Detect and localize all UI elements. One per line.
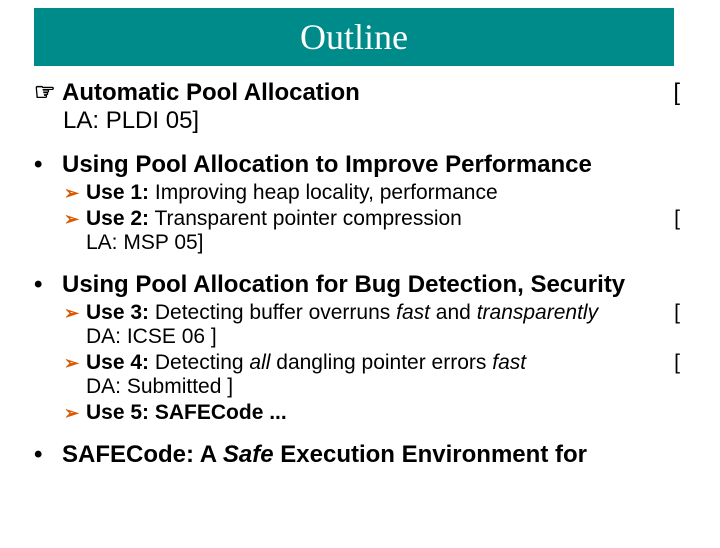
section-2-heading-row: • Using Pool Allocation to Improve Perfo…: [34, 151, 680, 179]
use-2-ref: LA: MSP 05]: [86, 231, 680, 255]
use-1-text: Use 1: Improving heap locality, performa…: [86, 181, 680, 205]
use-3-trans: transparently: [477, 301, 598, 324]
use-4-desc2: dangling pointer errors: [270, 351, 492, 374]
bracket: [: [666, 301, 680, 325]
bullet-icon: •: [34, 151, 62, 179]
chevron-icon: ➢: [64, 209, 86, 230]
section-4-heading-row: • SAFECode: A Safe Execution Environment…: [34, 441, 680, 469]
bracket: [: [666, 79, 680, 107]
use-5-desc: SAFECode ...: [149, 401, 287, 424]
chevron-icon: ➢: [64, 353, 86, 374]
use-3-row: ➢ Use 3: Detecting buffer overruns fast …: [64, 301, 680, 325]
slide-title: Outline: [300, 16, 408, 58]
chevron-icon: ➢: [64, 403, 86, 424]
slide-content: ☞ Automatic Pool Allocation [ LA: PLDI 0…: [0, 66, 680, 469]
use-3-ref: DA: ICSE 06 ]: [86, 325, 680, 349]
use-4-all: all: [249, 351, 270, 374]
bullet-icon: •: [34, 271, 62, 299]
use-2-text: Use 2: Transparent pointer compression: [86, 207, 666, 231]
bracket: [: [666, 207, 680, 231]
s4-pre: SAFECode: A: [62, 441, 223, 468]
use-5-text: Use 5: SAFECode ...: [86, 401, 680, 425]
use-4-row: ➢ Use 4: Detecting all dangling pointer …: [64, 351, 680, 375]
use-1-label: Use 1:: [86, 181, 149, 204]
section-1-heading: Automatic Pool Allocation: [62, 79, 666, 107]
s4-safe: Safe: [223, 441, 274, 468]
chevron-icon: ➢: [64, 303, 86, 324]
use-2-desc: Transparent pointer compression: [149, 207, 462, 230]
section-1-ref: LA: PLDI 05]: [63, 107, 680, 135]
use-1-row: ➢ Use 1: Improving heap locality, perfor…: [64, 181, 680, 205]
use-2-label: Use 2:: [86, 207, 149, 230]
hand-icon: ☞: [34, 78, 62, 107]
use-4-text: Use 4: Detecting all dangling pointer er…: [86, 351, 590, 375]
use-4-label: Use 4:: [86, 351, 149, 374]
use-3-fast: fast: [396, 301, 430, 324]
use-5-row: ➢ Use 5: SAFECode ...: [64, 401, 680, 425]
use-4-fast: fast: [492, 351, 526, 374]
use-1-desc: Improving heap locality, performance: [149, 181, 498, 204]
use-2-row: ➢ Use 2: Transparent pointer compression…: [64, 207, 680, 231]
section-3-heading-row: • Using Pool Allocation for Bug Detectio…: [34, 271, 680, 299]
use-3-desc1: Detecting buffer overruns: [149, 301, 396, 324]
section-3-heading: Using Pool Allocation for Bug Detection,…: [62, 271, 680, 299]
title-bar: Outline: [34, 8, 674, 66]
use-4-desc1: Detecting: [149, 351, 249, 374]
bullet-icon: •: [34, 441, 62, 469]
use-4-ref: DA: Submitted ]: [86, 375, 680, 399]
section-4-heading: SAFECode: A Safe Execution Environment f…: [62, 441, 680, 469]
use-3-and: and: [430, 301, 477, 324]
s4-post: Execution Environment for: [274, 441, 587, 468]
section-1-heading-row: ☞ Automatic Pool Allocation [: [34, 78, 680, 107]
use-5-label: Use 5:: [86, 401, 149, 424]
bracket: [: [590, 351, 680, 375]
use-3-label: Use 3:: [86, 301, 149, 324]
use-3-text: Use 3: Detecting buffer overruns fast an…: [86, 301, 666, 325]
section-2-heading: Using Pool Allocation to Improve Perform…: [62, 151, 680, 179]
chevron-icon: ➢: [64, 183, 86, 204]
